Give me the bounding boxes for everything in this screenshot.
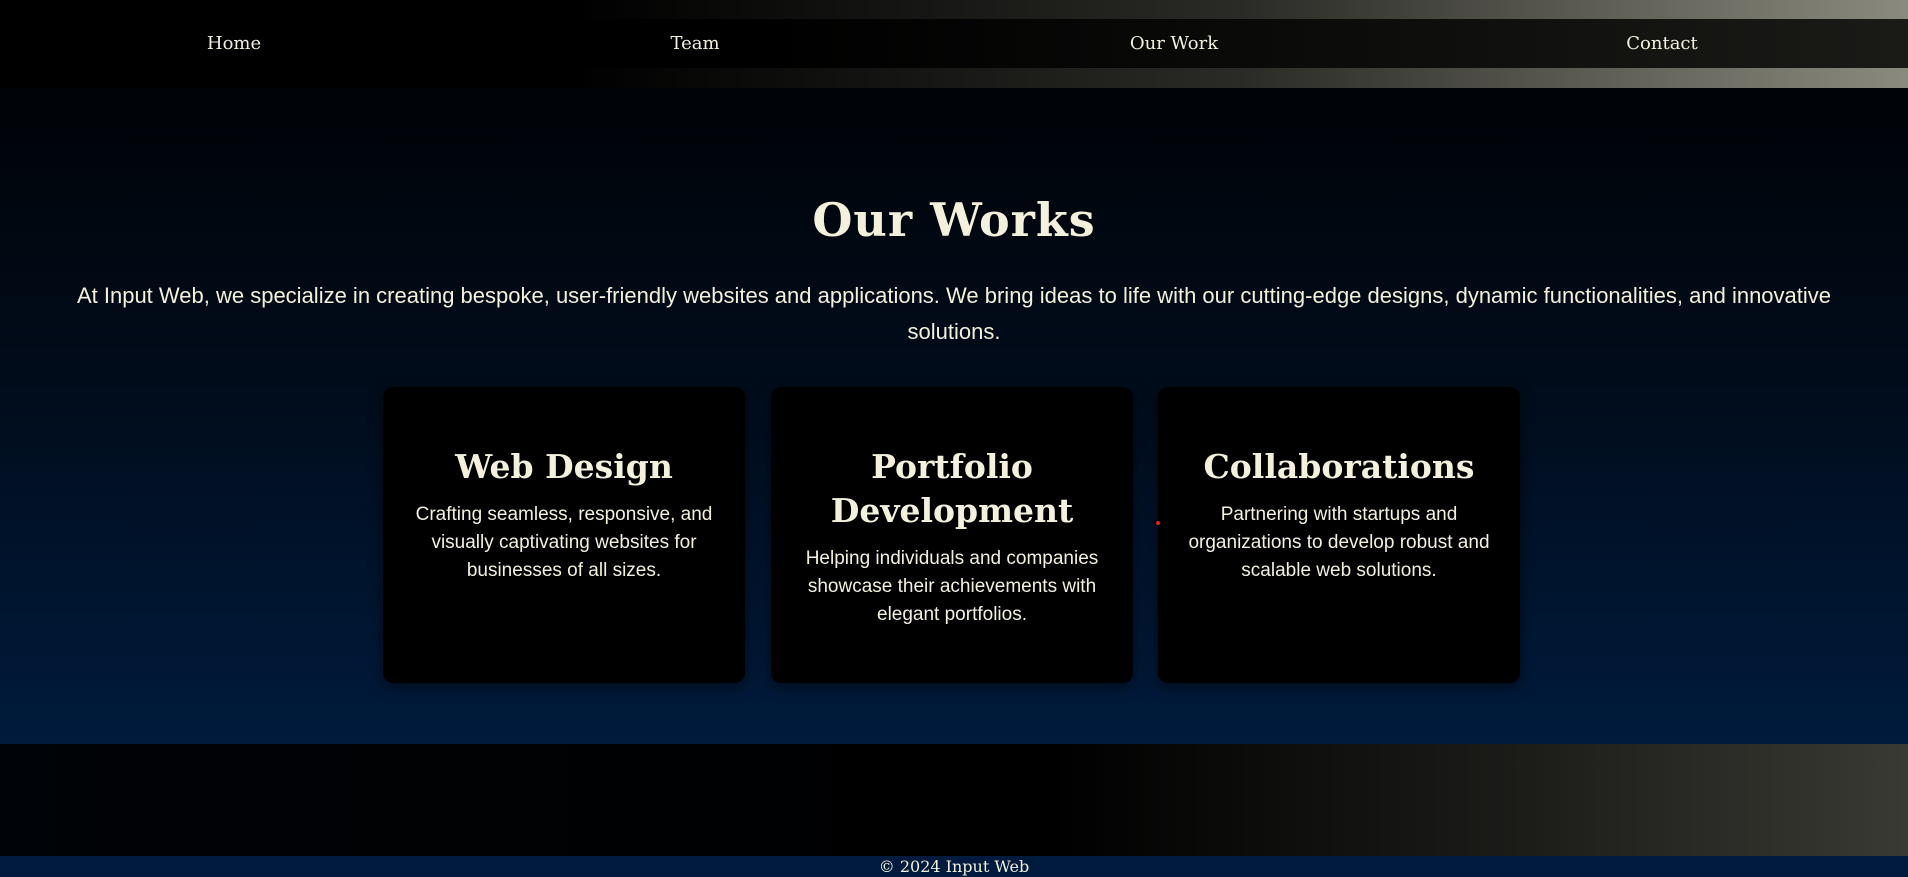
- copyright-text: © 2024 Input Web: [878, 857, 1030, 876]
- nav-team-link[interactable]: Team: [670, 19, 719, 68]
- nav-contact-link[interactable]: Contact: [1626, 19, 1697, 68]
- navbar: Home Team Our Work Contact: [0, 19, 1908, 68]
- nav-home-link[interactable]: Home: [207, 19, 261, 68]
- card-web-design: Web Design Crafting seamless, responsive…: [383, 387, 745, 683]
- card-text: Partnering with startups and organizatio…: [1188, 504, 1490, 581]
- card-text: Helping individuals and companies showca…: [805, 548, 1099, 625]
- card-text: Crafting seamless, responsive, and visua…: [415, 504, 713, 581]
- intro-paragraph: At Input Web, we specialize in creating …: [76, 283, 1832, 344]
- nav-our-work-link[interactable]: Our Work: [1130, 19, 1218, 68]
- card-portfolio-development: Portfolio Development Helping individual…: [771, 387, 1133, 683]
- card-title: Web Design: [455, 447, 673, 486]
- card-title: Portfolio Development: [830, 447, 1074, 530]
- footer-band: [0, 744, 1908, 856]
- our-works-section: Our Works At Input Web, we specialize in…: [0, 88, 1908, 744]
- card-collaborations: Collaborations Partnering with startups …: [1158, 387, 1520, 683]
- page-title: Our Works: [812, 193, 1096, 247]
- footer: © 2024 Input Web: [0, 856, 1908, 877]
- cursor-dot: [1156, 521, 1160, 525]
- card-title: Collaborations: [1203, 447, 1475, 486]
